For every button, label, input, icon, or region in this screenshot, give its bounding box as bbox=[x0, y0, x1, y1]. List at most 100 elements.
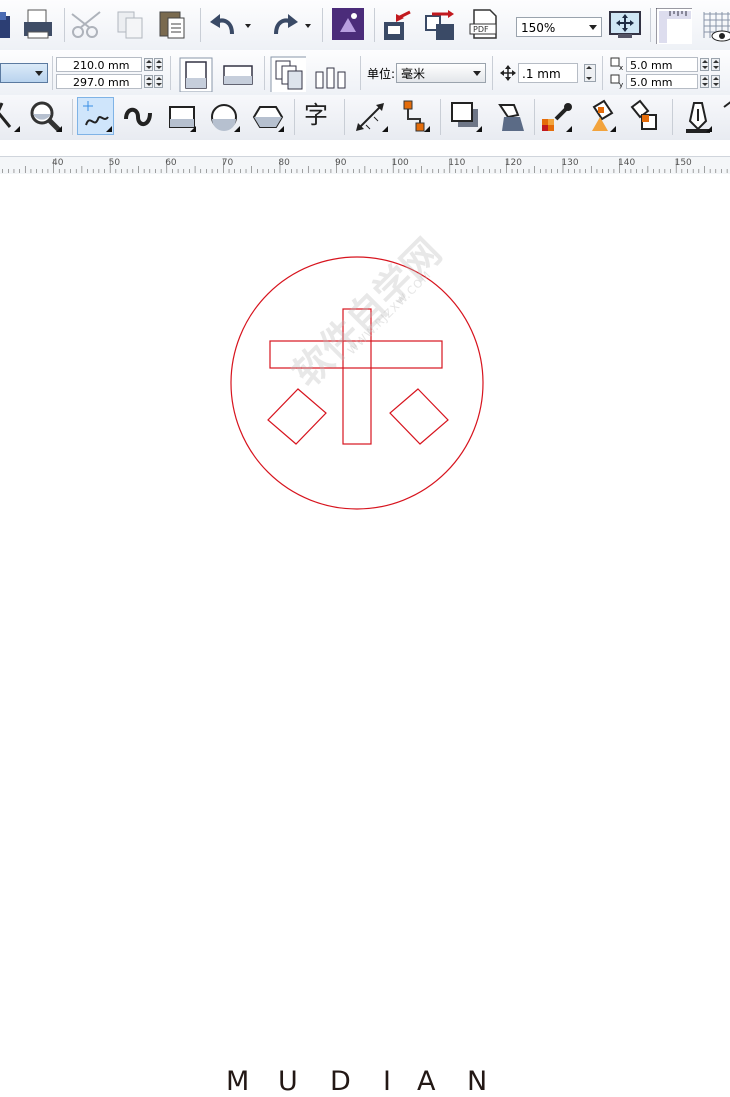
separator bbox=[360, 56, 361, 90]
svg-text:y: y bbox=[619, 81, 623, 89]
logo-artwork[interactable] bbox=[0, 178, 730, 628]
logo-left-stroke bbox=[267, 388, 327, 445]
export-icon[interactable] bbox=[424, 8, 460, 44]
separator bbox=[650, 8, 651, 42]
separator bbox=[672, 99, 673, 135]
flyout-corner-icon bbox=[106, 126, 112, 132]
page-width-field[interactable]: 210.0 mm bbox=[56, 57, 142, 72]
portrait-icon[interactable] bbox=[178, 56, 214, 92]
units-dropdown[interactable]: 毫米 bbox=[396, 63, 486, 83]
separator bbox=[200, 8, 201, 42]
brand-letter: A bbox=[417, 1066, 436, 1097]
duplicate-y-field[interactable]: 5.0 mm bbox=[626, 74, 698, 89]
toolbox: 字 bbox=[0, 95, 730, 141]
chevron-down-icon bbox=[473, 71, 481, 76]
separator bbox=[264, 56, 265, 90]
page-height-value: 297.0 mm bbox=[73, 76, 130, 89]
ruler-label: 40 bbox=[52, 158, 64, 168]
duplicate-y-value: 5.0 mm bbox=[630, 76, 673, 89]
flyout-corner-icon bbox=[14, 126, 20, 132]
redo-icon[interactable] bbox=[268, 8, 304, 44]
duplicate-y-spinner-2[interactable] bbox=[711, 75, 720, 88]
drawing-canvas[interactable]: 软件自学网 WWW.RJZXW.COM bbox=[0, 178, 730, 628]
ruler-label: 150 bbox=[674, 158, 692, 168]
ruler-label: 140 bbox=[618, 158, 636, 168]
separator bbox=[72, 99, 73, 135]
duplicate-x-spinner[interactable] bbox=[700, 58, 709, 71]
ruler-label: 70 bbox=[221, 158, 234, 168]
separator bbox=[344, 99, 345, 135]
full-screen-preview-icon[interactable] bbox=[608, 8, 644, 44]
show-rulers-icon[interactable] bbox=[656, 8, 692, 44]
duplicate-x-spinner-2[interactable] bbox=[711, 58, 720, 71]
publish-pdf-icon[interactable]: PDF bbox=[468, 8, 504, 44]
units-label: 单位: bbox=[367, 67, 396, 81]
horizontal-ruler[interactable]: 40 50 60 70 80 90 100 110 120 130 140 150 bbox=[0, 140, 730, 178]
nudge-distance-value: .1 mm bbox=[522, 67, 561, 81]
artistic-media-tool-icon[interactable] bbox=[120, 99, 156, 135]
cut-icon[interactable] bbox=[70, 8, 106, 44]
chevron-down-icon bbox=[589, 25, 597, 30]
copy-icon[interactable] bbox=[114, 8, 150, 44]
smart-fill-tool-icon[interactable] bbox=[626, 99, 662, 135]
duplicate-y-spinner[interactable] bbox=[700, 75, 709, 88]
all-pages-icon[interactable] bbox=[270, 56, 306, 92]
property-bar: 210.0 mm 297.0 mm 单位: 毫米 .1 mm x 5.0 mm … bbox=[0, 50, 730, 96]
brand-letter: N bbox=[467, 1066, 488, 1097]
ruler-label: 60 bbox=[165, 158, 177, 168]
landscape-icon[interactable] bbox=[220, 60, 256, 96]
separator bbox=[602, 56, 603, 90]
ruler-label: 90 bbox=[335, 158, 347, 168]
units-value: 毫米 bbox=[401, 67, 426, 81]
current-page-icon[interactable] bbox=[314, 60, 350, 96]
ruler-label: 80 bbox=[278, 158, 290, 168]
svg-text:x: x bbox=[619, 64, 623, 72]
page-height-spinner-2[interactable] bbox=[154, 75, 163, 88]
chevron-down-icon bbox=[35, 71, 43, 76]
ruler-label: 120 bbox=[504, 158, 522, 168]
nudge-distance-spinner[interactable] bbox=[584, 64, 596, 82]
print-icon[interactable] bbox=[22, 8, 58, 44]
undo-icon[interactable] bbox=[208, 8, 244, 44]
ruler-label: 50 bbox=[108, 158, 121, 168]
page-width-spinner[interactable] bbox=[144, 58, 153, 71]
search-content-icon[interactable] bbox=[332, 8, 368, 44]
separator bbox=[374, 8, 375, 42]
fill-tool-icon[interactable] bbox=[716, 99, 730, 135]
separator bbox=[322, 8, 323, 42]
import-icon[interactable] bbox=[382, 8, 418, 44]
brand-letter: U bbox=[278, 1066, 298, 1097]
svg-text:PDF: PDF bbox=[473, 25, 489, 34]
flyout-corner-icon bbox=[382, 126, 388, 132]
ruler-label: 130 bbox=[561, 158, 579, 168]
page-width-value: 210.0 mm bbox=[73, 59, 130, 72]
duplicate-x-field[interactable]: 5.0 mm bbox=[626, 57, 698, 72]
flyout-corner-icon bbox=[610, 126, 616, 132]
flyout-corner-icon bbox=[278, 126, 284, 132]
logo-right-stroke bbox=[389, 388, 449, 445]
flyout-corner-icon bbox=[56, 126, 62, 132]
page-height-spinner[interactable] bbox=[144, 75, 153, 88]
flyout-corner-icon bbox=[424, 126, 430, 132]
page-width-spinner-2[interactable] bbox=[154, 58, 163, 71]
separator bbox=[294, 99, 295, 135]
page-size-dropdown[interactable] bbox=[0, 63, 48, 83]
transparency-tool-icon[interactable] bbox=[490, 99, 526, 135]
duplicate-x-value: 5.0 mm bbox=[630, 59, 673, 72]
open-icon[interactable] bbox=[0, 8, 22, 44]
separator bbox=[170, 56, 171, 90]
brand-letter: I bbox=[383, 1066, 391, 1097]
text-tool-icon[interactable]: 字 bbox=[304, 101, 328, 129]
crop-tool-icon[interactable] bbox=[0, 99, 24, 135]
separator bbox=[64, 8, 65, 42]
ruler-label: 110 bbox=[448, 158, 466, 168]
paste-icon[interactable] bbox=[156, 8, 192, 44]
separator bbox=[492, 56, 493, 90]
ruler-label: 100 bbox=[391, 158, 409, 168]
show-grid-icon[interactable] bbox=[702, 8, 730, 44]
separator bbox=[440, 99, 441, 135]
page-height-field[interactable]: 297.0 mm bbox=[56, 74, 142, 89]
zoom-level-value: 150% bbox=[521, 21, 556, 35]
nudge-distance-field[interactable]: .1 mm bbox=[518, 63, 578, 83]
zoom-level-dropdown[interactable]: 150% bbox=[516, 17, 602, 37]
